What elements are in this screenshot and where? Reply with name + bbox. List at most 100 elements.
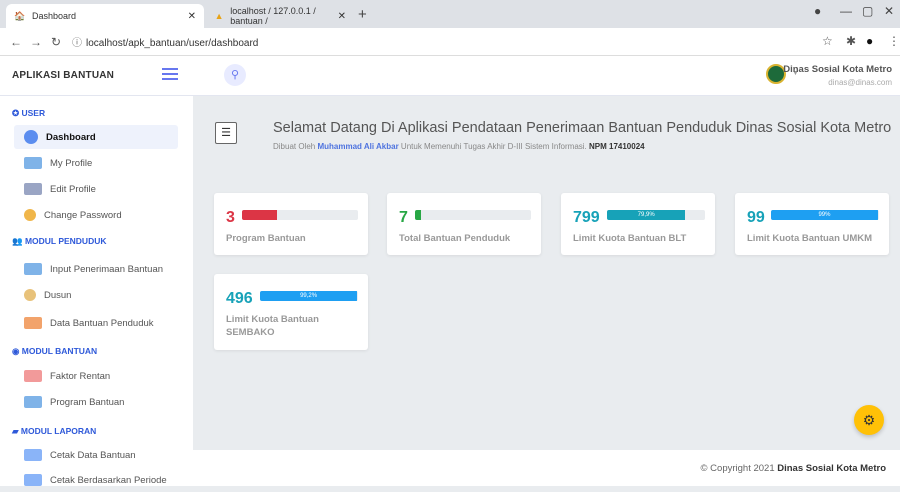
progress-bar: 79,9% — [607, 210, 705, 220]
form-icon — [24, 263, 42, 275]
stat-label: Limit Kuota Bantuan BLT — [573, 233, 687, 244]
copyright-org: Dinas Sosial Kota Metro — [777, 463, 886, 474]
sidebar-item-change-password[interactable]: Change Password — [14, 203, 178, 227]
progress-bar — [415, 210, 531, 220]
home-icon: 🏠 — [14, 10, 26, 21]
reload-icon[interactable]: ↻ — [46, 35, 66, 49]
progress-fill — [415, 210, 421, 220]
minimize-button[interactable]: — — [840, 4, 852, 18]
address-bar: ← → ↻ ⓘ localhost/apk_bantuan/user/dashbo… — [0, 28, 900, 56]
forward-icon[interactable]: → — [26, 35, 46, 49]
browser-tab-dashboard[interactable]: 🏠 Dashboard ✕ — [6, 4, 204, 28]
welcome-panel: ☰ Selamat Datang Di Aplikasi Pendataan P… — [193, 96, 900, 170]
stat-card-total-bantuan: 7 Total Bantuan Penduduk — [387, 193, 541, 255]
maximize-button[interactable]: ▢ — [862, 4, 873, 18]
stat-card-kuota-sembako: 496 99,2% Limit Kuota Bantuan SEMBAKO — [214, 274, 368, 350]
extensions-icon[interactable]: ✱ — [846, 34, 856, 48]
sidebar-section-penduduk: 👥 MODUL PENDUDUK — [12, 236, 107, 246]
progress-bar: 99% — [771, 210, 879, 220]
stat-label: Limit Kuota Bantuan UMKM — [747, 233, 873, 244]
browser-tab-phpmyadmin[interactable]: ▲ localhost / 127.0.0.1 / bantuan / ✕ — [206, 4, 354, 28]
url-text: localhost/apk_bantuan/user/dashboard — [86, 38, 259, 49]
phpmyadmin-icon: ▲ — [214, 11, 224, 21]
info-icon: ⓘ — [72, 38, 82, 49]
stat-label: Total Bantuan Penduduk — [399, 233, 511, 244]
sidebar-item-edit-profile[interactable]: Edit Profile — [14, 177, 178, 201]
progress-fill: 99% — [771, 210, 878, 220]
sidebar-item-cetak-periode[interactable]: Cetak Berdasarkan Periode — [14, 468, 178, 492]
app-brand: APLIKASI BANTUAN — [12, 70, 115, 81]
main-content: ☰ Selamat Datang Di Aplikasi Pendataan P… — [193, 96, 900, 486]
sidebar-item-my-profile[interactable]: My Profile — [14, 151, 178, 175]
menu-icon[interactable]: ⋮ — [888, 34, 900, 48]
sidebar-item-label: Input Penerimaan Bantuan — [50, 263, 164, 275]
sidebar-item-data-bantuan[interactable]: Data Bantuan Penduduk — [14, 311, 178, 335]
sidebar-item-faktor-rentan[interactable]: Faktor Rentan — [14, 364, 178, 388]
id-card-icon: ☰ — [215, 122, 237, 144]
stat-value: 3 — [226, 209, 235, 226]
sidebar-item-dusun[interactable]: Dusun — [14, 283, 178, 307]
user-email: dinas@dinas.com — [828, 78, 892, 87]
sidebar-item-label: Cetak Data Bantuan — [50, 449, 136, 461]
npm-number: NPM 17410024 — [589, 142, 645, 151]
footer: © Copyright 2021 Dinas Sosial Kota Metro — [193, 450, 900, 486]
sidebar-section-user: ✪ USER — [12, 108, 46, 118]
user-name: Dinas Sosial Kota Metro — [783, 64, 892, 75]
warning-doc-icon — [24, 370, 42, 382]
sidebar-item-label: Data Bantuan Penduduk — [50, 317, 154, 329]
hamburger-menu-icon[interactable] — [162, 68, 178, 83]
stat-card-program-bantuan: 3 Program Bantuan — [214, 193, 368, 255]
sidebar-item-cetak-data[interactable]: Cetak Data Bantuan — [14, 443, 178, 467]
printer-icon — [24, 474, 42, 486]
user-info[interactable]: Dinas Sosial Kota Metro dinas@dinas.com — [783, 64, 892, 87]
stat-card-kuota-umkm: 99 99% Limit Kuota Bantuan UMKM — [735, 193, 889, 255]
tab-title: localhost / 127.0.0.1 / bantuan / — [230, 6, 316, 26]
subtitle-prefix: Dibuat Oleh — [273, 142, 316, 151]
sidebar-item-program-bantuan[interactable]: Program Bantuan — [14, 390, 178, 414]
author-name: Muhammad Ali Akbar — [317, 142, 399, 151]
progress-bar: 99,2% — [260, 291, 358, 301]
sidebar-item-input-penerimaan[interactable]: Input Penerimaan Bantuan — [14, 257, 178, 281]
tab-title: Dashboard — [32, 11, 77, 21]
close-tab-icon[interactable]: ✕ — [188, 11, 196, 22]
progress-fill: 99,2% — [260, 291, 358, 301]
sidebar-section-bantuan: ◉ MODUL BANTUAN — [12, 346, 98, 356]
dashboard-icon — [24, 130, 38, 144]
welcome-subtitle: Dibuat Oleh Muhammad Ali Akbar Untuk Mem… — [273, 142, 645, 151]
sidebar-item-label: Faktor Rentan — [50, 370, 111, 382]
sidebar-item-label: Edit Profile — [50, 183, 96, 195]
settings-gear-button[interactable]: ⚙ — [854, 405, 884, 435]
key-icon — [24, 209, 36, 221]
stat-label: Program Bantuan — [226, 233, 306, 244]
sidebar: ✪ USER Dashboard My Profile Edit Profile… — [0, 96, 193, 486]
sidebar-section-laporan: ▰ MODUL LAPORAN — [12, 426, 97, 436]
url-field[interactable]: ⓘ localhost/apk_bantuan/user/dashboard — [72, 34, 258, 49]
sidebar-item-dashboard[interactable]: Dashboard — [14, 125, 178, 149]
account-icon[interactable]: ● — [866, 34, 873, 48]
stat-value: 7 — [399, 209, 408, 226]
edit-user-icon — [24, 183, 42, 195]
profile-card-icon — [24, 157, 42, 169]
people-icon — [24, 317, 42, 329]
sidebar-item-label: My Profile — [50, 157, 93, 169]
close-window-button[interactable]: ✕ — [884, 4, 894, 18]
bookmark-star-icon[interactable]: ☆ — [822, 34, 833, 48]
close-tab-icon[interactable]: ✕ — [338, 11, 346, 22]
app-topbar: APLIKASI BANTUAN ⚲ ▼ Dinas Sosial Kota M… — [0, 56, 900, 96]
copyright-text: © Copyright 2021 Dinas Sosial Kota Metro — [701, 463, 886, 474]
progress-fill: 79,9% — [607, 210, 686, 220]
stat-value: 799 — [573, 209, 600, 226]
subtitle-mid: Untuk Memenuhi Tugas Akhir D-III Sistem … — [400, 142, 587, 151]
stat-value: 496 — [226, 290, 253, 307]
back-icon[interactable]: ← — [6, 35, 26, 49]
stat-value: 99 — [747, 209, 765, 226]
profile-icon[interactable]: ● — [814, 4, 821, 18]
stat-label: Limit Kuota Bantuan SEMBAKO — [226, 314, 319, 338]
new-tab-button[interactable]: + — [358, 6, 367, 23]
progress-bar — [242, 210, 358, 220]
stat-card-kuota-blt: 799 79,9% Limit Kuota Bantuan BLT — [561, 193, 715, 255]
browser-tab-bar: 🏠 Dashboard ✕ ▲ localhost / 127.0.0.1 / … — [0, 0, 900, 28]
program-icon — [24, 396, 42, 408]
sidebar-item-label: Cetak Berdasarkan Periode — [50, 474, 167, 486]
search-icon[interactable]: ⚲ — [224, 64, 246, 86]
